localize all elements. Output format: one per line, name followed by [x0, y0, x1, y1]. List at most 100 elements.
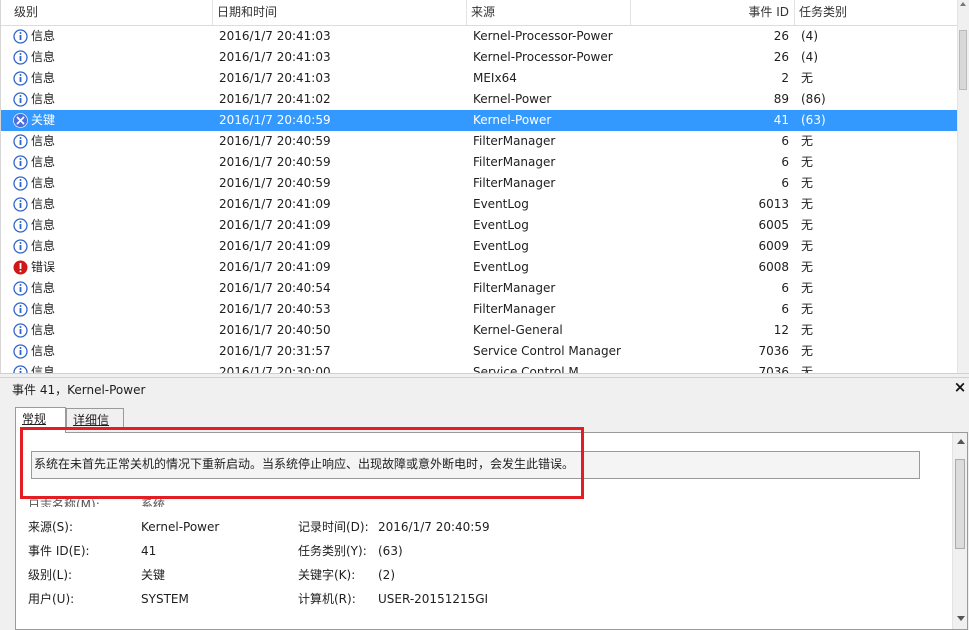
row-source: Kernel-Processor-Power	[473, 50, 613, 64]
row-date: 2016/1/7 20:41:09	[219, 197, 331, 211]
row-level-text: 信息	[31, 134, 56, 148]
row-date: 2016/1/7 20:40:59	[219, 176, 331, 190]
table-row[interactable]: 关键 2016/1/7 20:40:59 Kernel-Power 41 (63…	[1, 110, 959, 131]
event-id-label: 事件 ID(E):	[28, 544, 90, 558]
user-value: SYSTEM	[141, 592, 189, 606]
row-level-text: 信息	[31, 218, 56, 232]
row-level-text: 错误	[31, 260, 56, 274]
table-row[interactable]: 信息 2016/1/7 20:40:53 FilterManager 6 无	[1, 299, 959, 320]
row-date: 2016/1/7 20:41:02	[219, 92, 331, 106]
row-level-text: 信息	[31, 323, 56, 337]
row-source: Kernel-Power	[473, 113, 552, 127]
list-scroll-thumb[interactable]	[959, 30, 967, 90]
detail-scrollbar[interactable]	[952, 433, 967, 629]
table-row[interactable]: 信息 2016/1/7 20:40:59 FilterManager 6 无	[1, 152, 959, 173]
table-row[interactable]: 信息 2016/1/7 20:41:02 Kernel-Power 89 (86…	[1, 89, 959, 110]
event-id-value: 41	[141, 544, 157, 558]
level-value: 关键	[141, 568, 166, 582]
task-category-value: (63)	[378, 544, 403, 558]
row-date: 2016/1/7 20:40:53	[219, 302, 331, 316]
row-level-text: 信息	[31, 365, 56, 373]
table-row[interactable]: 信息 2016/1/7 20:41:03 Kernel-Processor-Po…	[1, 47, 959, 68]
row-date: 2016/1/7 20:41:03	[219, 71, 331, 85]
row-event-id: 6	[781, 155, 789, 169]
info-icon	[13, 134, 28, 149]
row-level-text: 信息	[31, 71, 56, 85]
table-row[interactable]: 信息 2016/1/7 20:40:54 FilterManager 6 无	[1, 278, 959, 299]
info-icon	[13, 176, 28, 191]
row-task: (4)	[801, 50, 818, 64]
row-date: 2016/1/7 20:41:09	[219, 239, 331, 253]
close-icon[interactable]: ×	[953, 379, 967, 395]
row-task: 无	[801, 281, 814, 295]
row-level-text: 信息	[31, 50, 56, 64]
table-row[interactable]: 错误 2016/1/7 20:41:09 EventLog 6008 无	[1, 257, 959, 278]
row-event-id: 6008	[758, 260, 789, 274]
table-row[interactable]: 信息 2016/1/7 20:31:57 Service Control Man…	[1, 341, 959, 362]
row-source: EventLog	[473, 197, 529, 211]
column-header-source[interactable]: 来源	[467, 0, 631, 25]
row-task: 无	[801, 239, 814, 253]
event-list[interactable]: 级别 日期和时间 来源 事件 ID 任务类别 信息 2016/1/7 20:41…	[0, 0, 969, 373]
row-source: Service Control M	[473, 365, 579, 373]
column-header-level[interactable]: 级别	[10, 0, 213, 25]
column-header-event-id[interactable]: 事件 ID	[631, 0, 795, 25]
info-icon	[13, 281, 28, 296]
log-name-label: 日志名称(M):	[28, 499, 100, 507]
info-icon	[13, 155, 28, 170]
tab-general[interactable]: 常规	[15, 407, 66, 433]
row-level-text: 信息	[31, 344, 56, 358]
row-task: 无	[801, 134, 814, 148]
table-row[interactable]: 信息 2016/1/7 20:41:03 MEIx64 2 无	[1, 68, 959, 89]
row-event-id: 26	[773, 29, 789, 43]
computer-value: USER-20151215GI	[378, 592, 489, 606]
table-row[interactable]: 信息 2016/1/7 20:41:03 Kernel-Processor-Po…	[1, 26, 959, 47]
logged-label: 记录时间(D):	[298, 520, 369, 534]
row-source: MEIx64	[473, 71, 517, 85]
row-level-text: 信息	[31, 197, 56, 211]
column-header-date[interactable]: 日期和时间	[213, 0, 467, 25]
table-row[interactable]: 信息 2016/1/7 20:40:59 FilterManager 6 无	[1, 131, 959, 152]
row-source: EventLog	[473, 218, 529, 232]
row-event-id: 7036	[758, 344, 789, 358]
row-task: 无	[801, 323, 814, 337]
info-icon	[13, 197, 28, 212]
row-date: 2016/1/7 20:31:57	[219, 344, 331, 358]
table-row[interactable]: 信息 2016/1/7 20:40:59 FilterManager 6 无	[1, 173, 959, 194]
row-source: EventLog	[473, 239, 529, 253]
table-row[interactable]: 信息 2016/1/7 20:40:50 Kernel-General 12 无	[1, 320, 959, 341]
row-event-id: 2	[781, 71, 789, 85]
detail-scroll-thumb[interactable]	[955, 459, 965, 549]
list-scrollbar[interactable]	[957, 0, 969, 373]
row-source: Kernel-General	[473, 323, 563, 337]
table-row[interactable]: 信息 2016/1/7 20:41:09 EventLog 6013 无	[1, 194, 959, 215]
row-event-id: 6	[781, 281, 789, 295]
detail-scroll-up-icon[interactable]	[957, 439, 965, 444]
row-event-id: 6013	[758, 197, 789, 211]
table-row[interactable]: 信息 2016/1/7 20:41:09 EventLog 6009 无	[1, 236, 959, 257]
table-row[interactable]: 信息 2016/1/7 20:41:09 EventLog 6005 无	[1, 215, 959, 236]
row-level-text: 信息	[31, 302, 56, 316]
scroll-up-arrow-icon[interactable]	[960, 2, 966, 6]
row-task: 无	[801, 176, 814, 190]
row-source: FilterManager	[473, 134, 556, 148]
row-task: 无	[801, 344, 814, 358]
row-level-text: 信息	[31, 176, 56, 190]
source-label: 来源(S):	[28, 520, 74, 534]
row-date: 2016/1/7 20:40:50	[219, 323, 331, 337]
row-source: FilterManager	[473, 176, 556, 190]
column-header-task[interactable]: 任务类别	[795, 0, 959, 25]
row-task: 无	[801, 197, 814, 211]
row-level-text: 信息	[31, 281, 56, 295]
tab-details[interactable]: 详细信息	[66, 408, 124, 449]
table-row[interactable]: 信息 2016/1/7 20:30:00 Service Control M 7…	[1, 362, 959, 373]
error-icon	[13, 260, 28, 275]
row-level-text: 关键	[31, 113, 56, 127]
detail-scroll-down-icon[interactable]	[957, 616, 965, 621]
row-source: Service Control Manager	[473, 344, 621, 358]
row-source: FilterManager	[473, 281, 556, 295]
logged-value: 2016/1/7 20:40:59	[378, 520, 490, 534]
row-date: 2016/1/7 20:40:59	[219, 155, 331, 169]
row-task: 无	[801, 365, 814, 373]
event-description[interactable]: 系统在未首先正常关机的情况下重新启动。当系统停止响应、出现故障或意外断电时，会发…	[31, 451, 920, 479]
